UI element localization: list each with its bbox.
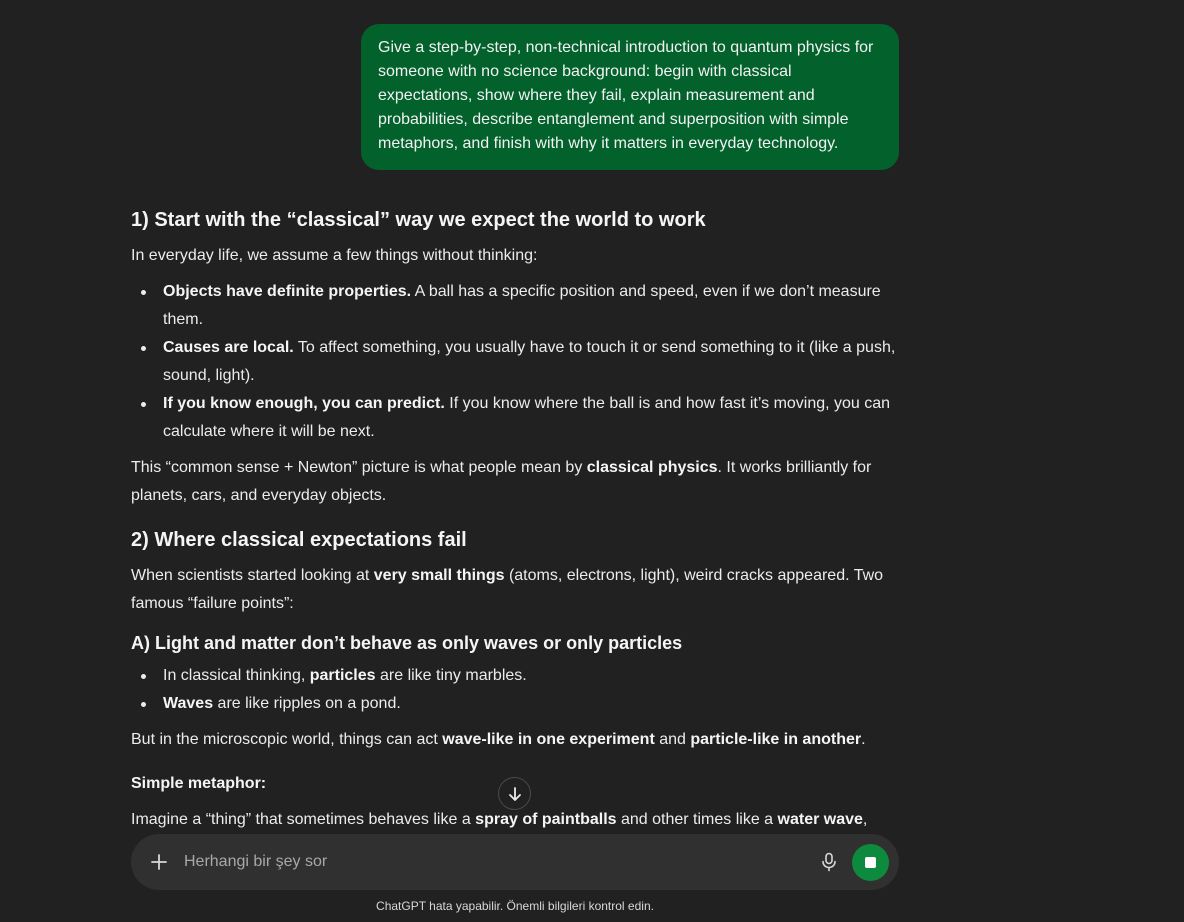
text: are like ripples on a pond.: [213, 695, 401, 712]
bold-text: If you know enough, you can predict.: [163, 395, 445, 412]
paragraph: This “common sense + Newton” picture is …: [131, 454, 901, 510]
user-message-bubble: Give a step-by-step, non-technical intro…: [361, 24, 899, 170]
bold-text: Waves: [163, 695, 214, 712]
bold-text: very small things: [373, 567, 505, 584]
arrow-down-icon: [508, 786, 521, 801]
bold-text: water wave: [777, 811, 863, 828]
user-message-text: Give a step-by-step, non-technical intro…: [378, 39, 874, 152]
section-heading: 2) Where classical expectations fail: [131, 529, 467, 551]
bullet-list: In classical thinking, particles are lik…: [131, 662, 901, 718]
bold-text: particle-like in another: [690, 731, 862, 748]
subsection-heading: A) Light and matter don’t behave as only…: [131, 633, 683, 653]
stop-icon: [865, 857, 876, 868]
stop-generating-button[interactable]: [852, 844, 889, 881]
text: and other times like a: [616, 811, 778, 828]
list-item: Objects have definite properties. A ball…: [131, 278, 901, 334]
list-item: In classical thinking, particles are lik…: [131, 662, 901, 690]
assistant-response: 1) Start with the “classical” way we exp…: [131, 206, 901, 842]
bold-text: Causes are local.: [163, 339, 294, 356]
paragraph: When scientists started looking at very …: [131, 562, 901, 618]
bold-text: Objects have definite properties.: [163, 283, 412, 300]
paragraph: In everyday life, we assume a few things…: [131, 247, 538, 264]
text: and: [654, 731, 691, 748]
chat-page: Give a step-by-step, non-technical intro…: [0, 0, 1184, 922]
text: When scientists started looking at: [131, 567, 374, 584]
bold-text: Simple metaphor:: [131, 775, 267, 792]
prompt-input[interactable]: [184, 848, 804, 876]
bold-text: spray of paintballs: [475, 811, 617, 828]
text: ,: [862, 811, 868, 828]
voice-input-button[interactable]: [815, 848, 843, 876]
section-heading: 1) Start with the “classical” way we exp…: [131, 209, 706, 231]
plus-icon: [151, 854, 167, 870]
scroll-to-bottom-button[interactable]: [498, 777, 531, 810]
bullet-list: Objects have definite properties. A ball…: [131, 278, 901, 446]
bold-text: particles: [309, 667, 376, 684]
list-item: If you know enough, you can predict. If …: [131, 390, 901, 446]
add-attachment-button[interactable]: [145, 848, 173, 876]
list-item: Waves are like ripples on a pond.: [131, 690, 901, 718]
composer: [131, 834, 899, 890]
disclaimer-text: ChatGPT hata yapabilir. Önemli bilgileri…: [376, 899, 654, 913]
bold-text: wave-like in one experiment: [442, 731, 655, 748]
text: This “common sense + Newton” picture is …: [131, 459, 587, 476]
microphone-icon: [822, 852, 836, 872]
text: But in the microscopic world, things can…: [131, 731, 443, 748]
text: .: [861, 731, 866, 748]
text: Imagine a “thing” that sometimes behaves…: [131, 811, 476, 828]
bold-text: classical physics: [586, 459, 718, 476]
paragraph: But in the microscopic world, things can…: [131, 726, 901, 754]
text: are like tiny marbles.: [375, 667, 527, 684]
text: In classical thinking,: [163, 667, 310, 684]
list-item: Causes are local. To affect something, y…: [131, 334, 901, 390]
